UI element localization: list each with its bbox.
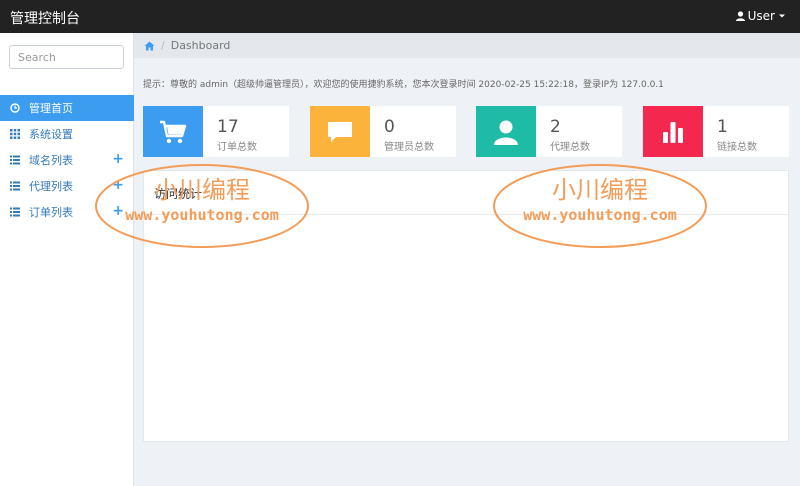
grid-icon [10, 129, 20, 139]
stat-icon-box [310, 106, 370, 157]
stat-icon-box [476, 106, 536, 157]
panel-divider [144, 214, 788, 215]
caret-down-icon [779, 14, 785, 18]
list-icon [10, 181, 20, 191]
stat-value: 2 [550, 117, 561, 137]
list-icon [10, 207, 20, 217]
sidebar-item-domains[interactable]: 域名列表 + [0, 147, 134, 173]
panel-title: 访问统计 [154, 187, 203, 201]
stat-value: 17 [217, 117, 239, 137]
stat-label: 管理员总数 [384, 142, 434, 153]
stat-value: 1 [717, 117, 728, 137]
stat-card-orders[interactable]: 17 订单总数 [143, 106, 289, 157]
sidebar-item-agents[interactable]: 代理列表 + [0, 173, 134, 199]
user-icon [735, 11, 745, 21]
stat-card-links[interactable]: 1 链接总数 [643, 106, 789, 157]
user-label: User [747, 9, 775, 23]
expand-plus-icon[interactable]: + [112, 204, 124, 218]
stat-label: 代理总数 [550, 142, 590, 153]
sidebar-item-dashboard[interactable]: 管理首页 [0, 95, 134, 121]
stat-label: 链接总数 [717, 142, 757, 153]
app-title[interactable]: 管理控制台 [10, 8, 80, 28]
expand-plus-icon[interactable]: + [112, 152, 124, 166]
home-icon[interactable] [144, 41, 155, 51]
sidebar-menu: 管理首页 系统设置 域名列表 + 代理列表 + 订单列表 + [0, 95, 134, 225]
sidebar-item-label: 域名列表 [29, 154, 73, 167]
stat-value: 0 [384, 117, 395, 137]
user-icon [494, 120, 518, 145]
breadcrumb-current: Dashboard [170, 39, 231, 52]
breadcrumb-separator: / [161, 39, 165, 52]
user-menu[interactable]: User [735, 9, 786, 23]
visit-stats-panel: 访问统计 [143, 170, 789, 442]
expand-plus-icon[interactable]: + [112, 178, 124, 192]
top-navbar: 管理控制台 User [0, 0, 800, 33]
stat-card-admins[interactable]: 0 管理员总数 [310, 106, 456, 157]
sidebar-item-orders[interactable]: 订单列表 + [0, 199, 134, 225]
stat-icon-box [143, 106, 203, 157]
sidebar: 管理首页 系统设置 域名列表 + 代理列表 + 订单列表 [0, 33, 134, 486]
stat-card-agents[interactable]: 2 代理总数 [476, 106, 622, 157]
dashboard-icon [10, 103, 20, 113]
stat-label: 订单总数 [217, 142, 257, 153]
sidebar-item-label: 订单列表 [29, 206, 73, 219]
breadcrumb: / Dashboard [134, 33, 800, 58]
sidebar-item-label: 管理首页 [29, 102, 73, 115]
sidebar-item-label: 系统设置 [29, 128, 73, 141]
bar-chart-icon [663, 121, 683, 143]
search-input[interactable] [9, 45, 124, 69]
chat-icon [328, 121, 352, 142]
sidebar-item-label: 代理列表 [29, 180, 73, 193]
list-icon [10, 155, 20, 165]
login-notice: 提示：尊敬的 admin（超级帅逼管理员），欢迎您的使用捷豹系统，您本次登录时间… [143, 80, 664, 90]
sidebar-item-settings[interactable]: 系统设置 [0, 121, 134, 147]
stat-icon-box [643, 106, 703, 157]
cart-icon [160, 120, 187, 143]
